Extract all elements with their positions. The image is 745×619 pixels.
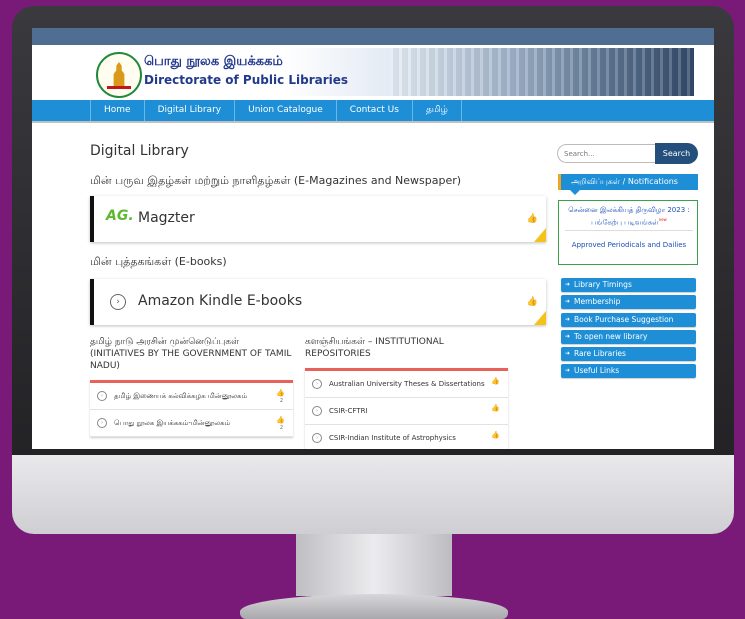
emag-heading: மின் பருவ இதழ்கள் மற்றும் நாளிதழ்கள் (E-… bbox=[90, 174, 462, 187]
thumbs-up-icon[interactable]: 👍 bbox=[491, 377, 500, 385]
site-header: பொது நூலக இயக்ககம் Directorate of Public… bbox=[32, 45, 714, 100]
list-item[interactable]: › CSIR-Indian Institute of Astrophysics … bbox=[305, 425, 508, 449]
like-count: 2 bbox=[279, 425, 283, 431]
bolt-corner-icon bbox=[534, 228, 546, 242]
temple-tower-icon bbox=[113, 62, 125, 86]
arrow-right-icon: ➜ bbox=[565, 298, 571, 306]
new-badge: new bbox=[658, 217, 667, 222]
sidebar-link-membership[interactable]: ➜ Membership bbox=[561, 295, 696, 310]
arrow-circle-icon: › bbox=[97, 418, 107, 428]
thumbs-up-icon[interactable]: 👍 bbox=[491, 404, 500, 412]
list-item[interactable]: › பொது நூலக இயக்ககம்-மின்னூலகம் 👍 2 bbox=[90, 410, 293, 437]
arrow-circle-icon: › bbox=[110, 294, 126, 310]
kindle-card[interactable]: › Amazon Kindle E-books 👍 bbox=[90, 279, 546, 325]
search-input[interactable]: Search... bbox=[557, 144, 655, 163]
arrow-circle-icon: › bbox=[312, 433, 322, 443]
list-item-label: Australian University Theses & Dissertat… bbox=[329, 380, 485, 388]
initiatives-heading: தமிழ் நாடு அரசின் முன்னெடுப்புகள் (INITI… bbox=[90, 337, 292, 371]
arrow-right-icon: ➜ bbox=[565, 332, 571, 340]
list-item[interactable]: › தமிழ் இணையக் கல்விக்கழக மின்னூலகம் 👍 2 bbox=[90, 383, 293, 410]
list-item[interactable]: › CSIR-CFTRI 👍 bbox=[305, 398, 508, 425]
magzter-card[interactable]: AG. Magzter 👍 bbox=[90, 196, 546, 242]
thumbs-up-icon[interactable]: 👍 bbox=[276, 389, 285, 397]
top-strip bbox=[32, 28, 714, 45]
sidebar-link-label: To open new library bbox=[574, 331, 648, 341]
sidebar-link-rare-libraries[interactable]: ➜ Rare Libraries bbox=[561, 347, 696, 362]
nav-contact-us[interactable]: Contact Us bbox=[335, 100, 412, 121]
monitor-stand bbox=[240, 594, 508, 619]
list-item-label: CSIR-CFTRI bbox=[329, 407, 368, 415]
brand-english-name: Directorate of Public Libraries bbox=[144, 73, 349, 87]
kindle-label: Amazon Kindle E-books bbox=[138, 293, 303, 309]
sidebar-link-open-library[interactable]: ➜ To open new library bbox=[561, 329, 696, 344]
sidebar-link-label: Library Timings bbox=[574, 280, 632, 289]
tn-emblem-icon bbox=[96, 52, 142, 98]
thumbs-up-icon[interactable]: 👍 bbox=[527, 297, 538, 307]
sidebar-link-label: Rare Libraries bbox=[574, 349, 626, 359]
arrow-circle-icon: › bbox=[97, 391, 107, 401]
sidebar-link-label: Membership bbox=[574, 297, 621, 307]
notifications-title: அறிவிப்புகள் / Notifications bbox=[558, 174, 698, 190]
ebooks-heading: மின் புத்தகங்கள் (E-books) bbox=[90, 255, 227, 268]
bookshelf-image bbox=[390, 48, 694, 96]
monitor-chin bbox=[12, 455, 734, 534]
emblem-base bbox=[107, 86, 131, 89]
list-item-label: பொது நூலக இயக்ககம்-மின்னூலகம் bbox=[114, 419, 231, 427]
thumbs-up-icon[interactable]: 👍 bbox=[491, 431, 500, 439]
header-banner[interactable]: பொது நூலக இயக்ககம் Directorate of Public… bbox=[90, 48, 694, 98]
brand-tamil-name: பொது நூலக இயக்ககம் bbox=[144, 54, 283, 69]
browser-screen: பொது நூலக இயக்ககம் Directorate of Public… bbox=[32, 28, 714, 449]
sidebar-link-label: Book Purchase Suggestion bbox=[574, 314, 674, 324]
arrow-circle-icon: › bbox=[312, 406, 322, 416]
notification-link[interactable]: சென்னை இலக்கியத் திருவிழா 2023 : பங்கேற்… bbox=[565, 205, 693, 227]
initiatives-panel: › தமிழ் இணையக் கல்விக்கழக மின்னூலகம் 👍 2… bbox=[90, 380, 293, 437]
sidebar-link-label: Useful Links bbox=[574, 366, 620, 376]
repositories-panel: › Australian University Theses & Dissert… bbox=[305, 368, 508, 449]
sidebar-links: ➜ Library Timings ➜ Membership ➜ Book Purch… bbox=[561, 278, 696, 382]
arrow-right-icon: ➜ bbox=[565, 281, 571, 288]
monitor-neck bbox=[296, 534, 452, 596]
list-item[interactable]: › Australian University Theses & Dissert… bbox=[305, 371, 508, 398]
page-title: Digital Library bbox=[90, 143, 189, 159]
arrow-right-icon: ➜ bbox=[565, 367, 571, 375]
nav-home[interactable]: Home bbox=[90, 100, 144, 121]
notifications-box: சென்னை இலக்கியத் திருவிழா 2023 : பங்கேற்… bbox=[558, 200, 698, 265]
notification-link[interactable]: Approved Periodicals and Dailies bbox=[565, 241, 693, 249]
sidebar-link-library-timings[interactable]: ➜ Library Timings bbox=[561, 278, 696, 292]
list-item-label: CSIR-Indian Institute of Astrophysics bbox=[329, 434, 456, 442]
thumbs-up-icon[interactable]: 👍 bbox=[276, 416, 285, 424]
sidebar-link-book-purchase[interactable]: ➜ Book Purchase Suggestion bbox=[561, 312, 696, 327]
divider bbox=[565, 230, 693, 231]
arrow-right-icon: ➜ bbox=[565, 350, 571, 358]
arrow-circle-icon: › bbox=[312, 379, 322, 389]
thumbs-up-icon[interactable]: 👍 bbox=[527, 214, 538, 224]
like-count: 2 bbox=[279, 398, 283, 404]
repositories-heading: களஞ்சியங்கள் – INSTITUTIONAL REPOSITORIE… bbox=[305, 337, 444, 359]
nav-union-catalogue[interactable]: Union Catalogue bbox=[234, 100, 336, 121]
sidebar-link-useful-links[interactable]: ➜ Useful Links bbox=[561, 364, 696, 379]
main-navbar: Home Digital Library Union Catalogue Con… bbox=[32, 100, 714, 123]
magzter-label: Magzter bbox=[138, 210, 195, 226]
list-item-label: தமிழ் இணையக் கல்விக்கழக மின்னூலகம் bbox=[114, 392, 248, 400]
nav-digital-library[interactable]: Digital Library bbox=[143, 100, 235, 121]
notifications-pointer bbox=[570, 190, 580, 195]
magzter-logo-icon: AG. bbox=[106, 208, 134, 224]
nav-tamil[interactable]: தமிழ் bbox=[411, 100, 462, 121]
search-button[interactable]: Search bbox=[655, 143, 698, 164]
bolt-corner-icon bbox=[534, 311, 546, 325]
arrow-right-icon: ➜ bbox=[565, 315, 571, 323]
notification-text: சென்னை இலக்கியத் திருவிழா 2023 : பங்கேற்… bbox=[568, 206, 690, 227]
